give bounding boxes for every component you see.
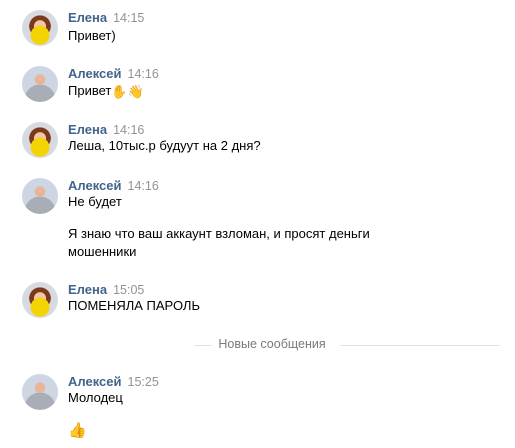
new-messages-label: Новые сообщения	[212, 337, 332, 352]
waving-hand-emoji-icon: 👋	[127, 84, 144, 99]
message-text-row: 👍	[68, 421, 87, 439]
avatar[interactable]	[22, 374, 58, 410]
message-header: Алексей 14:16	[68, 178, 159, 194]
message-text: Привет	[68, 83, 112, 98]
message-text: Молодец	[68, 390, 123, 405]
avatar[interactable]	[22, 66, 58, 102]
message-text: мошенники	[68, 244, 137, 259]
message-time[interactable]: 14:16	[113, 123, 144, 137]
author-name[interactable]: Алексей	[68, 66, 122, 81]
author-name[interactable]: Алексей	[68, 374, 122, 389]
author-name[interactable]: Елена	[68, 282, 107, 297]
new-messages-divider: Новые сообщения	[22, 337, 500, 352]
message-header: Елена 14:16	[68, 122, 144, 138]
thumbs-up-emoji-icon: 👍	[68, 422, 87, 439]
divider-line	[340, 345, 500, 346]
message-header: Елена 14:15	[68, 10, 144, 26]
message-text: Не будет	[68, 194, 122, 209]
message-header: Алексей 15:25	[68, 374, 159, 390]
avatar[interactable]	[22, 282, 58, 318]
message-text: Я знаю что ваш аккаунт взломан, и просят…	[68, 226, 370, 241]
message-text-row: Привет✋👋	[68, 82, 144, 100]
avatar[interactable]	[22, 122, 58, 158]
author-name[interactable]: Елена	[68, 122, 107, 137]
message-time[interactable]: 15:25	[128, 375, 159, 389]
message-header: Алексей 14:16	[68, 66, 159, 82]
message-header: Елена 15:05	[68, 282, 144, 298]
avatar[interactable]	[22, 178, 58, 214]
avatar[interactable]	[22, 10, 58, 46]
message-time[interactable]: 15:05	[113, 283, 144, 297]
message-text: ПОМЕНЯЛА ПАРОЛЬ	[68, 298, 200, 313]
author-name[interactable]: Елена	[68, 10, 107, 25]
raised-hand-emoji-icon: ✋	[111, 84, 128, 99]
message-time[interactable]: 14:16	[128, 179, 159, 193]
message-text: Привет)	[68, 28, 116, 43]
author-name[interactable]: Алексей	[68, 178, 122, 193]
message-time[interactable]: 14:16	[128, 67, 159, 81]
message-text: Леша, 10тыс.р будуут на 2 дня?	[68, 138, 261, 153]
message-time[interactable]: 14:15	[113, 11, 144, 25]
